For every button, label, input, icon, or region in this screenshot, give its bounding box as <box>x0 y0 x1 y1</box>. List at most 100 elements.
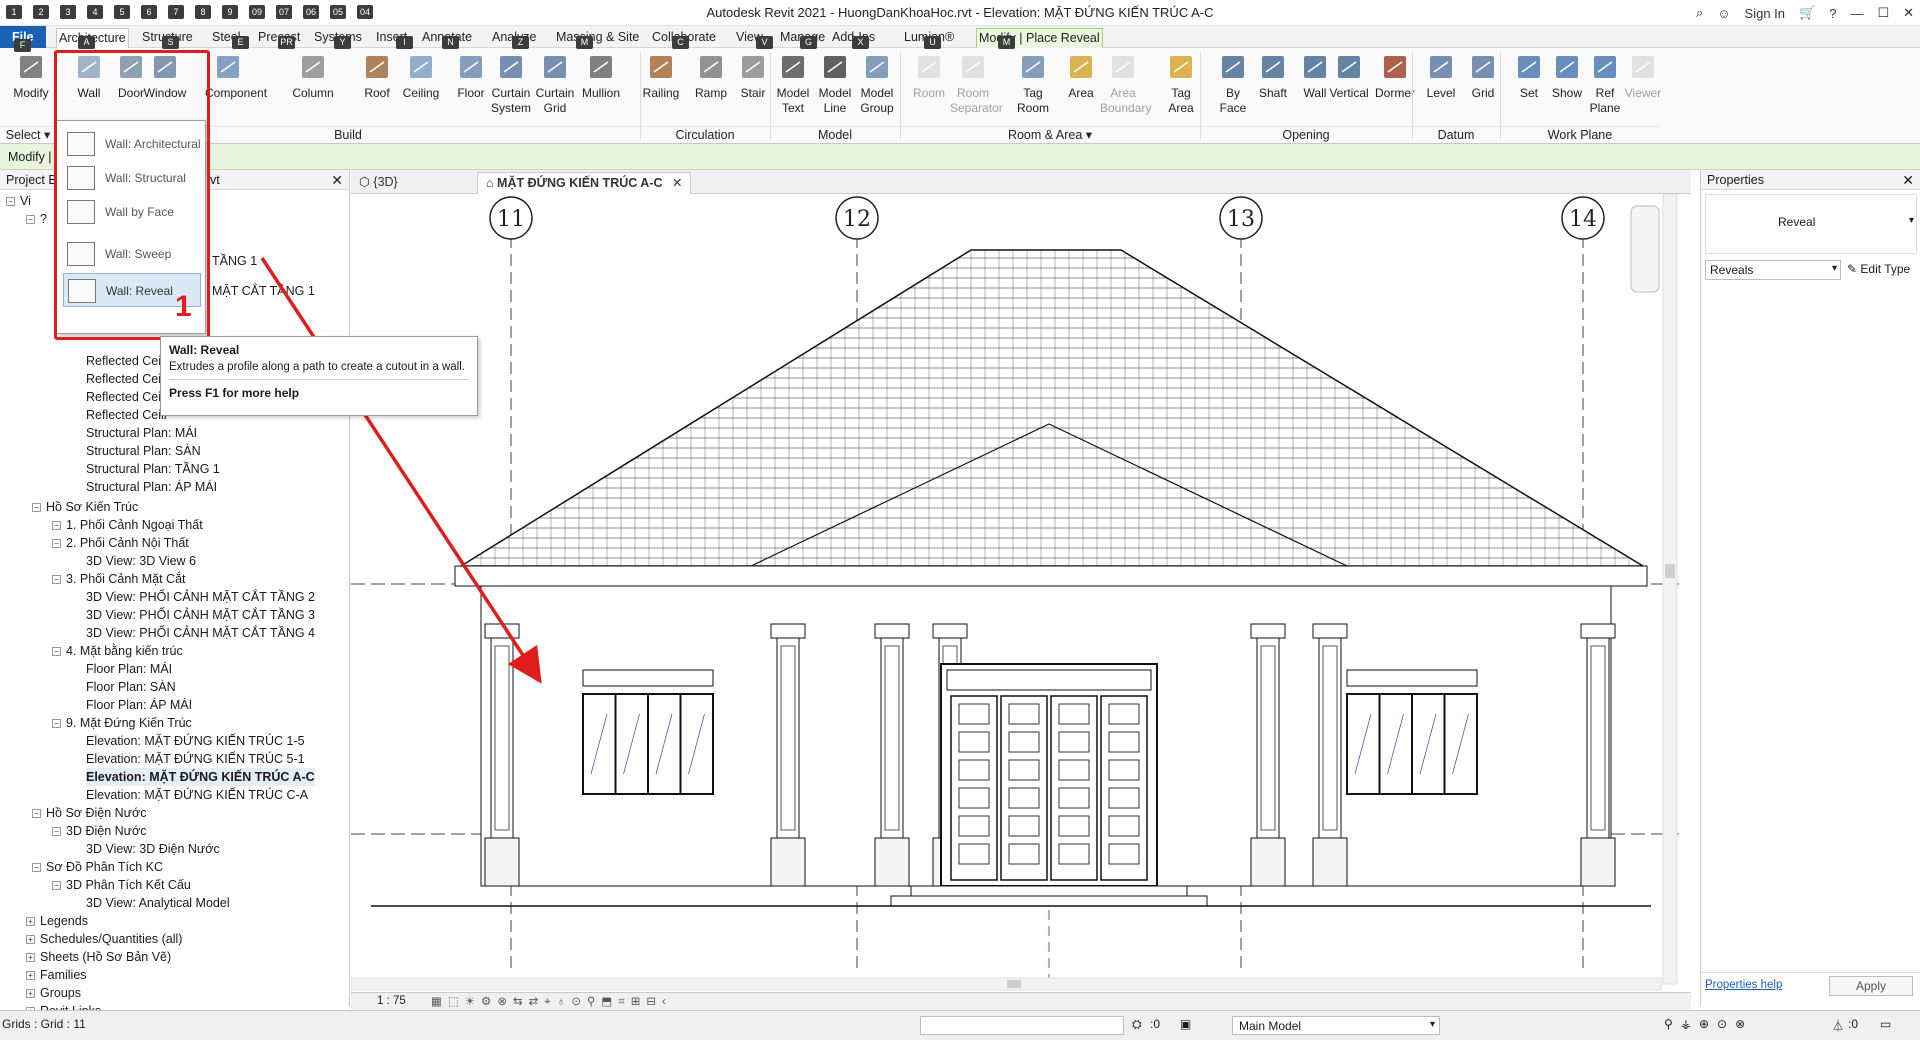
type-selector[interactable]: Reveal ▾ <box>1705 194 1917 254</box>
tree-expand-icon[interactable]: − <box>52 827 61 836</box>
browser-node[interactable]: 3D View: PHỐI CẢNH MẶT CẮT TẦNG 3 <box>86 606 315 624</box>
tree-expand-icon[interactable]: − <box>52 719 61 728</box>
browser-node[interactable]: Elevation: MẶT ĐỨNG KIẾN TRÚC C-A <box>86 786 308 804</box>
ribbon-button-viewer-34[interactable]: Viewer <box>1620 52 1666 101</box>
view-control-icons[interactable]: ▦⬚☀⚙⊗⇆⇄⌖♁⊙⚲⬒⌗⊞⊟‹ <box>431 994 672 1009</box>
ribbon-button-area-21[interactable]: Area <box>1058 52 1104 101</box>
browser-node[interactable]: Structural Plan: SÀN <box>86 442 201 460</box>
browser-node[interactable]: Structural Plan: TẦNG 1 <box>86 460 220 478</box>
instance-filter[interactable]: Reveals ▾ <box>1705 260 1841 280</box>
browser-node[interactable]: Families <box>40 966 87 984</box>
browser-node[interactable]: 3D View: 3D Điện Nước <box>86 840 220 858</box>
tree-expand-icon[interactable]: − <box>32 503 41 512</box>
workset-dropdown[interactable] <box>920 1016 1124 1035</box>
ribbon-button-mullion-11[interactable]: Mullion <box>578 52 624 101</box>
ribbon-button-modify-0[interactable]: Modify <box>8 52 54 101</box>
browser-node[interactable]: Structural Plan: MÁI <box>86 424 197 442</box>
user-icon[interactable]: ☺ <box>1717 6 1730 21</box>
ribbon-button-model-group-17[interactable]: Model Group <box>854 52 900 116</box>
minimize-button[interactable]: — <box>1850 6 1863 21</box>
tree-expand-icon[interactable]: − <box>52 539 61 548</box>
tab-3d-view[interactable]: ⬡ {3D} <box>351 172 406 194</box>
browser-node[interactable]: 3D View: PHỐI CẢNH MẶT CẮT TẦNG 4 <box>86 624 315 642</box>
browser-node[interactable]: Reflected Ceili <box>86 352 167 370</box>
browser-node[interactable]: 4. Mặt bằng kiến trúc <box>66 642 183 660</box>
browser-node[interactable]: 3D View: Analytical Model <box>86 894 230 912</box>
tree-expand-icon[interactable]: − <box>32 863 41 872</box>
browser-node[interactable]: 2. Phối Cảnh Nội Thất <box>66 534 189 552</box>
browser-node[interactable]: Elevation: MẶT ĐỨNG KIẾN TRÚC 5-1 <box>86 750 305 768</box>
tree-expand-icon[interactable]: + <box>26 971 35 980</box>
tree-expand-icon[interactable]: + <box>26 917 35 926</box>
type-dropdown-icon[interactable]: ▾ <box>1909 215 1914 226</box>
browser-node[interactable]: Legends <box>40 912 88 930</box>
browser-node[interactable]: Floor Plan: MÁI <box>86 660 172 678</box>
sign-in-link[interactable]: Sign In <box>1745 6 1785 21</box>
ribbon-button-roof-6[interactable]: Roof <box>354 52 400 101</box>
ribbon-button-model-line-16[interactable]: Model Line <box>812 52 858 116</box>
tree-expand-icon[interactable]: − <box>52 647 61 656</box>
ribbon-button-tag-area-23[interactable]: Tag Area <box>1158 52 1204 116</box>
tree-expand-icon[interactable]: + <box>26 935 35 944</box>
tab-close-icon[interactable]: ✕ <box>672 176 682 190</box>
browser-node[interactable]: 3D Điện Nước <box>66 822 146 840</box>
browser-node[interactable]: Sơ Đồ Phân Tích KC <box>46 858 163 876</box>
edit-type-button[interactable]: ✎ Edit Type <box>1847 260 1910 280</box>
browser-node[interactable]: 3D Phân Tích Kết Cấu <box>66 876 191 894</box>
ribbon-button-area-boundary-22[interactable]: Area Boundary <box>1100 52 1151 116</box>
design-options-icon[interactable]: ▣ <box>1180 1017 1191 1031</box>
ribbon-button-model-text-15[interactable]: Model Text <box>770 52 816 116</box>
tree-expand-icon[interactable]: − <box>52 881 61 890</box>
ribbon-button-curtain-grid-10[interactable]: Curtain Grid <box>532 52 578 116</box>
browser-node[interactable]: ? <box>40 210 47 228</box>
browser-node[interactable]: Groups <box>40 984 81 1002</box>
browser-node[interactable]: Reflected Ceili <box>86 406 167 424</box>
ribbon-button-ceiling-7[interactable]: Ceiling <box>398 52 444 101</box>
browser-node[interactable]: Sheets (Hồ Sơ Bản Vẽ) <box>40 948 171 966</box>
browser-node[interactable]: Hồ Sơ Điện Nước <box>46 804 146 822</box>
maximize-button[interactable]: ☐ <box>1877 5 1889 21</box>
binoculars-icon[interactable]: ⌕ <box>1696 5 1703 21</box>
ribbon-button-ramp-13[interactable]: Ramp <box>688 52 734 101</box>
ribbon-button-component-4[interactable]: Component <box>205 52 267 101</box>
ribbon-button-column-5[interactable]: Column <box>290 52 336 101</box>
tree-expand-icon[interactable]: + <box>26 953 35 962</box>
browser-node[interactable]: 3. Phối Cảnh Mặt Cắt <box>66 570 186 588</box>
close-button[interactable]: ✕ <box>1903 5 1914 21</box>
design-option-dropdown[interactable]: Main Model ▾ <box>1232 1016 1440 1035</box>
tab-massing-site[interactable]: Massing & Site <box>554 28 641 48</box>
browser-node[interactable]: TẦNG 1 <box>212 252 257 270</box>
browser-node[interactable]: Hồ Sơ Kiến Trúc <box>46 498 138 516</box>
ribbon-button-room-separator-19[interactable]: Room Separator <box>950 52 1003 116</box>
ribbon-button-railing-12[interactable]: Railing <box>638 52 684 101</box>
browser-node[interactable]: Structural Plan: ÁP MÁI <box>86 478 217 496</box>
browser-node[interactable]: Elevation: MẶT ĐỨNG KIẾN TRÚC 1-5 <box>86 732 305 750</box>
tree-expand-icon[interactable]: − <box>52 575 61 584</box>
browser-node[interactable]: Floor Plan: SÀN <box>86 678 176 696</box>
filter-icon[interactable]: ⏃ <box>1832 1017 1844 1034</box>
browser-node[interactable]: Vi <box>20 192 31 210</box>
ribbon-button-vertical-27[interactable]: Vertical <box>1326 52 1372 101</box>
tab-elevation-a-c[interactable]: ⌂ MẶT ĐỨNG KIẾN TRÚC A-C ✕ <box>477 172 692 194</box>
view-scale[interactable]: 1 : 75 <box>377 995 406 1007</box>
browser-node[interactable]: Elevation: MẶT ĐỨNG KIẾN TRÚC A-C <box>86 768 315 786</box>
browser-node[interactable]: 1. Phối Cảnh Ngoại Thất <box>66 516 203 534</box>
restore-icon[interactable]: ▭ <box>1880 1017 1891 1031</box>
browser-node[interactable]: 9. Mặt Đứng Kiến Trúc <box>66 714 192 732</box>
tree-expand-icon[interactable]: + <box>26 989 35 998</box>
ribbon-button-shaft-25[interactable]: Shaft <box>1250 52 1296 101</box>
tree-expand-icon[interactable]: − <box>26 215 35 224</box>
browser-close-icon[interactable]: ✕ <box>331 172 343 189</box>
browser-node[interactable]: MẶT CẮT TẦNG 1 <box>212 282 315 300</box>
apply-button[interactable]: Apply <box>1829 976 1913 996</box>
help-button[interactable]: ? <box>1829 6 1836 21</box>
browser-node[interactable]: Floor Plan: ÁP MÁI <box>86 696 192 714</box>
tree-expand-icon[interactable]: − <box>6 197 15 206</box>
properties-close-icon[interactable]: ✕ <box>1902 172 1914 189</box>
ribbon-button-level-29[interactable]: Level <box>1418 52 1464 101</box>
tree-expand-icon[interactable]: − <box>52 521 61 530</box>
worksets-icon[interactable]: ⛭ <box>1132 1017 1142 1032</box>
tree-expand-icon[interactable]: − <box>32 809 41 818</box>
ribbon-button-curtain-system-9[interactable]: Curtain System <box>488 52 534 116</box>
properties-help-link[interactable]: Properties help <box>1705 979 1782 991</box>
